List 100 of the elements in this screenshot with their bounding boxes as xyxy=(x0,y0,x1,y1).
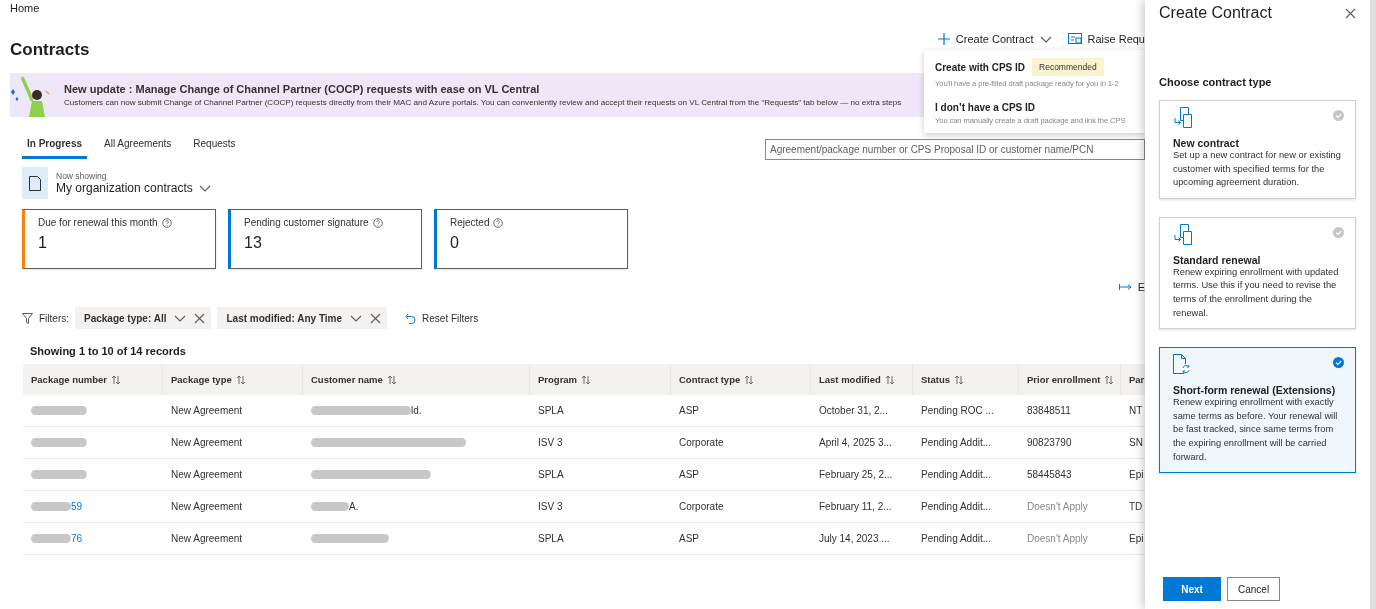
cancel-button[interactable]: Cancel xyxy=(1227,577,1281,601)
summary-card[interactable]: Rejected 0 xyxy=(434,209,628,269)
tab[interactable]: All Agreements xyxy=(99,138,177,159)
table-cell: Epi xyxy=(1129,533,1144,544)
table-cell: SPLA xyxy=(538,533,564,544)
table-cell: Pending Addit... xyxy=(921,469,992,480)
help-icon xyxy=(372,217,383,228)
option-description: Renew expiring enrollment with updated terms. Use this if you need to revise the terms of the enrollment during the renewal. xyxy=(1173,265,1340,320)
reset-filters-button[interactable]: Reset Filters xyxy=(399,311,485,325)
summary-card[interactable]: Due for renewal this month 1 xyxy=(22,209,216,269)
column-header[interactable]: Package type xyxy=(163,364,303,395)
close-icon xyxy=(1345,7,1356,19)
column-header[interactable]: Prior enrollment xyxy=(1019,364,1121,395)
package-link[interactable]: 76 xyxy=(71,533,83,544)
banner-text: Customers can now submit Change of Channel Partner (COCP) requests directly from their MAC and Azure portals. You can conveniently review and accept their requests on VL Central from the “Requests” tab below — no extra steps xyxy=(64,98,902,107)
filter-icon xyxy=(22,312,33,324)
table-cell: SN xyxy=(1129,437,1143,448)
filter-chip[interactable]: Package type: All xyxy=(75,307,212,329)
filter-chip[interactable]: Last modified: Any Time xyxy=(217,307,388,329)
close-button[interactable] xyxy=(1345,7,1356,19)
chevron-down-icon[interactable] xyxy=(174,313,187,323)
card-label: Due for renewal this month xyxy=(38,217,158,228)
help-icon xyxy=(493,217,504,228)
table-cell: Pending Addit... xyxy=(921,437,992,448)
option-title: New contract xyxy=(1173,137,1240,149)
column-header[interactable]: Contract type xyxy=(671,364,811,395)
sort-icon xyxy=(884,374,895,385)
table-cell: Epi xyxy=(1129,469,1144,480)
table-cell: Pending Addit... xyxy=(921,501,992,512)
menu-item-title: Create with CPS ID xyxy=(935,61,1026,73)
filters-label: Filters: xyxy=(39,312,69,324)
table-cell: 90823790 xyxy=(1027,437,1072,448)
column-header[interactable]: Customer name xyxy=(303,364,530,395)
sort-icon xyxy=(581,374,592,385)
menu-item-title: I don’t have a CPS ID xyxy=(935,102,1036,113)
card-count: 1 xyxy=(38,234,48,252)
sort-icon xyxy=(744,374,755,385)
card-label: Pending customer signature xyxy=(244,217,369,228)
close-icon[interactable] xyxy=(370,312,382,324)
banner-title: New update : Manage Change of Channel Partner (COCP) requests with ease on VL Central xyxy=(64,83,541,95)
document-refresh-icon xyxy=(1173,354,1193,377)
column-header[interactable]: Last modified xyxy=(811,364,913,395)
table-cell: ASP xyxy=(679,533,699,544)
view-caption: Now showing xyxy=(56,171,108,181)
card-count: 0 xyxy=(450,234,460,252)
documents-icon xyxy=(1173,223,1193,246)
tab[interactable]: Requests xyxy=(188,138,241,159)
table-cell: February 25, 2... xyxy=(819,469,893,480)
contract-type-option[interactable]: New contract Set up a new contract for new or existing customer with specified terms for the upcoming agreement duration. xyxy=(1159,100,1356,199)
sort-icon xyxy=(235,374,246,385)
column-header[interactable]: Package number xyxy=(23,364,163,395)
table-cell: SPLA xyxy=(538,405,564,416)
sort-icon xyxy=(386,374,397,385)
package-link[interactable]: 59 xyxy=(71,501,83,512)
column-header[interactable]: Status xyxy=(913,364,1019,395)
option-title: Standard renewal xyxy=(1173,253,1262,266)
contract-type-option[interactable]: Standard renewal Renew expiring enrollment with updated terms. Use this if you need to revise the terms of the enrollment during the renewal. xyxy=(1159,216,1356,330)
undo-icon xyxy=(405,312,417,324)
search-field[interactable]: Agreement/package number or CPS Proposal ID or customer name/PCN xyxy=(765,138,1145,160)
table-cell: New Agreement xyxy=(171,533,243,544)
raise-request-button[interactable]: Raise Requ xyxy=(1067,32,1145,45)
breadcrumb-link[interactable]: Home xyxy=(10,2,1145,20)
close-icon[interactable] xyxy=(194,312,206,324)
table-cell: New Agreement xyxy=(171,501,243,512)
table-cell: ASP xyxy=(679,469,699,480)
request-form-icon xyxy=(1067,33,1082,44)
table-cell: Doesn't Apply xyxy=(1027,501,1088,512)
filter-value: Last modified: Any Time xyxy=(226,312,343,324)
tab[interactable]: In Progress xyxy=(22,138,88,159)
filter-value: Package type: All xyxy=(84,312,167,324)
summary-card[interactable]: Pending customer signature 13 xyxy=(228,209,422,269)
page-title: Contracts xyxy=(10,39,91,60)
table-cell: October 31, 2... xyxy=(819,405,888,416)
table-cell: February 11, 2... xyxy=(819,501,892,512)
table-cell: SPLA xyxy=(538,469,564,480)
table-cell: Pending Addit... xyxy=(921,533,992,544)
table-cell: ISV 3 xyxy=(538,437,563,448)
table-cell: 58445843 xyxy=(1027,469,1072,480)
sort-icon xyxy=(111,374,122,385)
chevron-down-icon[interactable] xyxy=(350,313,363,323)
table-cell: ASP xyxy=(679,405,699,416)
panel-title: Create Contract xyxy=(1159,4,1272,22)
view-dropdown[interactable]: My organization contracts xyxy=(56,181,211,195)
chevron-down-icon xyxy=(198,183,211,193)
export-button[interactable]: E xyxy=(1118,281,1145,293)
column-header[interactable]: Par xyxy=(1121,364,1145,395)
records-count: Showing 1 to 10 of 14 records xyxy=(30,345,187,359)
sort-icon xyxy=(954,374,965,385)
table-cell: NT xyxy=(1129,405,1143,416)
table-cell: Doesn't Apply xyxy=(1027,533,1088,544)
column-header[interactable]: Program xyxy=(530,364,671,395)
option-title: Short-form renewal (Extensions) xyxy=(1173,384,1337,397)
customer-name: A. xyxy=(349,501,359,512)
table-cell: April 4, 2025 3... xyxy=(819,437,892,448)
create-contract-button[interactable]: Create Contract xyxy=(937,32,1052,45)
next-button[interactable]: Next xyxy=(1163,577,1221,601)
sort-icon xyxy=(1104,374,1115,385)
table-cell: TD xyxy=(1129,501,1143,512)
table-cell: Pending ROC ... xyxy=(921,405,994,416)
contract-type-option[interactable]: Short-form renewal (Extensions) Renew expiring enrollment with exactly same terms as before. Your renewal will be fast tracked, since same terms from the expiring enrollment will be carried forward. xyxy=(1159,347,1356,474)
